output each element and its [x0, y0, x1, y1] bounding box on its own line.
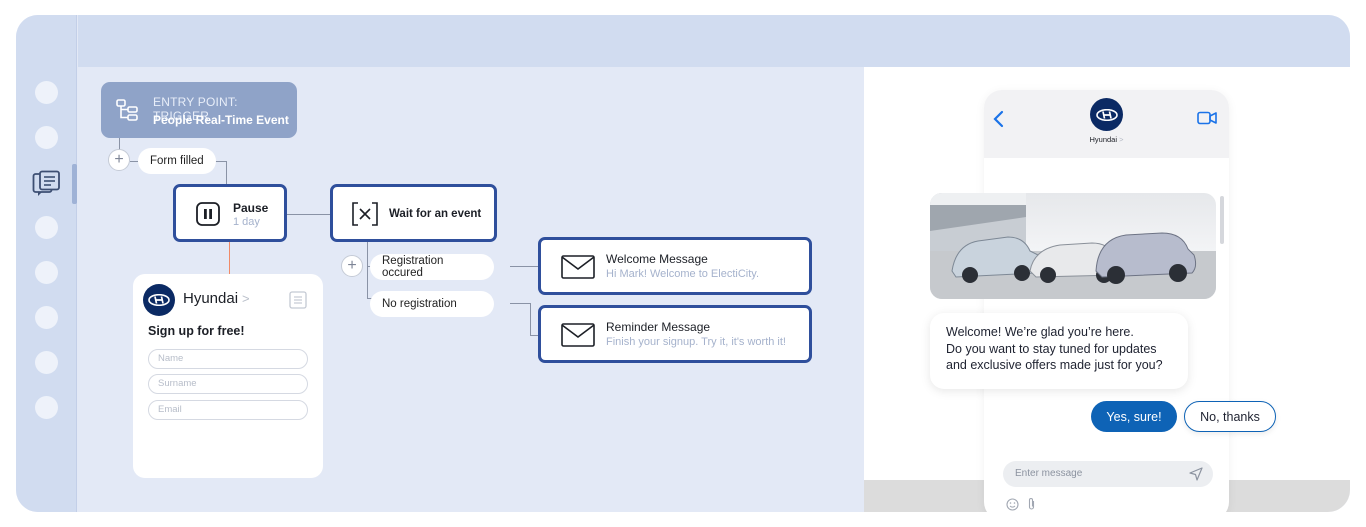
chat-brand-name: Hyundai > [984, 135, 1229, 144]
surname-field[interactable]: Surname [148, 374, 308, 394]
wait-event-icon [352, 202, 378, 231]
document-icon[interactable] [289, 291, 307, 314]
mail-icon [561, 323, 595, 352]
welcome-title: Welcome Message [606, 252, 708, 266]
reminder-preview: Finish your signup. Try it, it's worth i… [606, 336, 786, 348]
chat-header: Hyundai > [984, 90, 1229, 158]
form-heading: Sign up for free! [148, 324, 245, 338]
flow-chat-icon [32, 170, 60, 196]
mail-icon [561, 255, 595, 284]
sidebar [16, 15, 77, 512]
sidebar-item-journeys[interactable] [30, 169, 64, 199]
pause-title: Pause [233, 201, 269, 215]
signup-form-preview: Hyundai > Sign up for free! Name Surname… [133, 274, 323, 478]
name-field[interactable]: Name [148, 349, 308, 369]
yes-sure-button[interactable]: Yes, sure! [1091, 401, 1177, 432]
chat-message-line-1: Welcome! We’re glad you’re here. [946, 325, 1134, 339]
car-lineup-image [930, 193, 1216, 299]
flow-tree-icon [115, 98, 139, 127]
connector [130, 161, 138, 162]
connector [367, 242, 368, 298]
phone-mockup: Hyundai > Enter message [984, 90, 1229, 512]
app-frame: ENTRY POINT: TRIGGER People Real-Time Ev… [16, 15, 1350, 512]
connector [510, 266, 538, 267]
trigger-event-name: People Real-Time Event [153, 113, 289, 127]
sidebar-item-6[interactable] [35, 306, 58, 329]
add-branch-plus-icon[interactable]: + [341, 255, 363, 277]
reminder-title: Reminder Message [606, 320, 711, 334]
chat-message-line-2: Do you want to stay tuned for updates [946, 341, 1157, 356]
pause-icon [196, 202, 220, 231]
email-field[interactable]: Email [148, 400, 308, 420]
hyundai-logo [143, 284, 175, 316]
wait-title: Wait for an event [389, 208, 482, 220]
chevron-right-icon: > [1119, 135, 1124, 144]
connector [530, 335, 538, 336]
no-thanks-button[interactable]: No, thanks [1184, 401, 1276, 432]
sidebar-item-8[interactable] [35, 396, 58, 419]
connector [287, 214, 331, 215]
add-step-plus-icon[interactable]: + [108, 149, 130, 171]
sidebar-item-1[interactable] [35, 81, 58, 104]
branch-no-registration[interactable]: No registration [370, 291, 494, 317]
pause-duration: 1 day [233, 216, 260, 228]
branch-registration-occured[interactable]: Registration occured [370, 254, 494, 280]
sidebar-item-5[interactable] [35, 261, 58, 284]
welcome-message-node[interactable]: Welcome Message Hi Mark! Welcome to Elec… [538, 237, 812, 295]
welcome-preview: Hi Mark! Welcome to ElectiCity. [606, 268, 760, 280]
chat-message-line-3: and exclusive offers made just for you? [946, 358, 1163, 372]
top-bar [78, 15, 1350, 67]
message-input[interactable]: Enter message [1003, 461, 1213, 487]
reminder-message-node[interactable]: Reminder Message Finish your signup. Try… [538, 305, 812, 363]
emoji-icon[interactable] [1006, 498, 1019, 512]
wait-for-event-node[interactable]: Wait for an event [330, 184, 497, 242]
attachment-icon[interactable] [1027, 497, 1036, 512]
back-chevron-icon[interactable] [992, 110, 1004, 133]
chat-preview-panel: Hyundai > Enter message Welcome! We’re g… [864, 67, 1350, 512]
sidebar-item-4[interactable] [35, 216, 58, 239]
chevron-right-icon: > [242, 291, 250, 306]
connector [226, 161, 227, 185]
form-brand-name: Hyundai [183, 290, 239, 307]
sidebar-item-2[interactable] [35, 126, 58, 149]
scrollbar-thumb[interactable] [1220, 196, 1224, 244]
video-call-icon[interactable] [1197, 111, 1217, 130]
chat-message-bubble: Welcome! We’re glad you’re here. Do you … [930, 313, 1188, 389]
hyundai-logo [1090, 98, 1123, 131]
chat-brand-label: Hyundai [1089, 135, 1118, 144]
connector-to-form [229, 242, 230, 274]
sidebar-active-indicator [72, 164, 77, 204]
entry-trigger-node[interactable]: ENTRY POINT: TRIGGER People Real-Time Ev… [101, 82, 297, 138]
pause-node[interactable]: Pause 1 day [173, 184, 287, 242]
branch-form-filled[interactable]: Form filled [138, 148, 216, 174]
send-icon[interactable] [1189, 467, 1203, 486]
sidebar-item-7[interactable] [35, 351, 58, 374]
connector [510, 303, 530, 304]
connector [530, 303, 531, 335]
